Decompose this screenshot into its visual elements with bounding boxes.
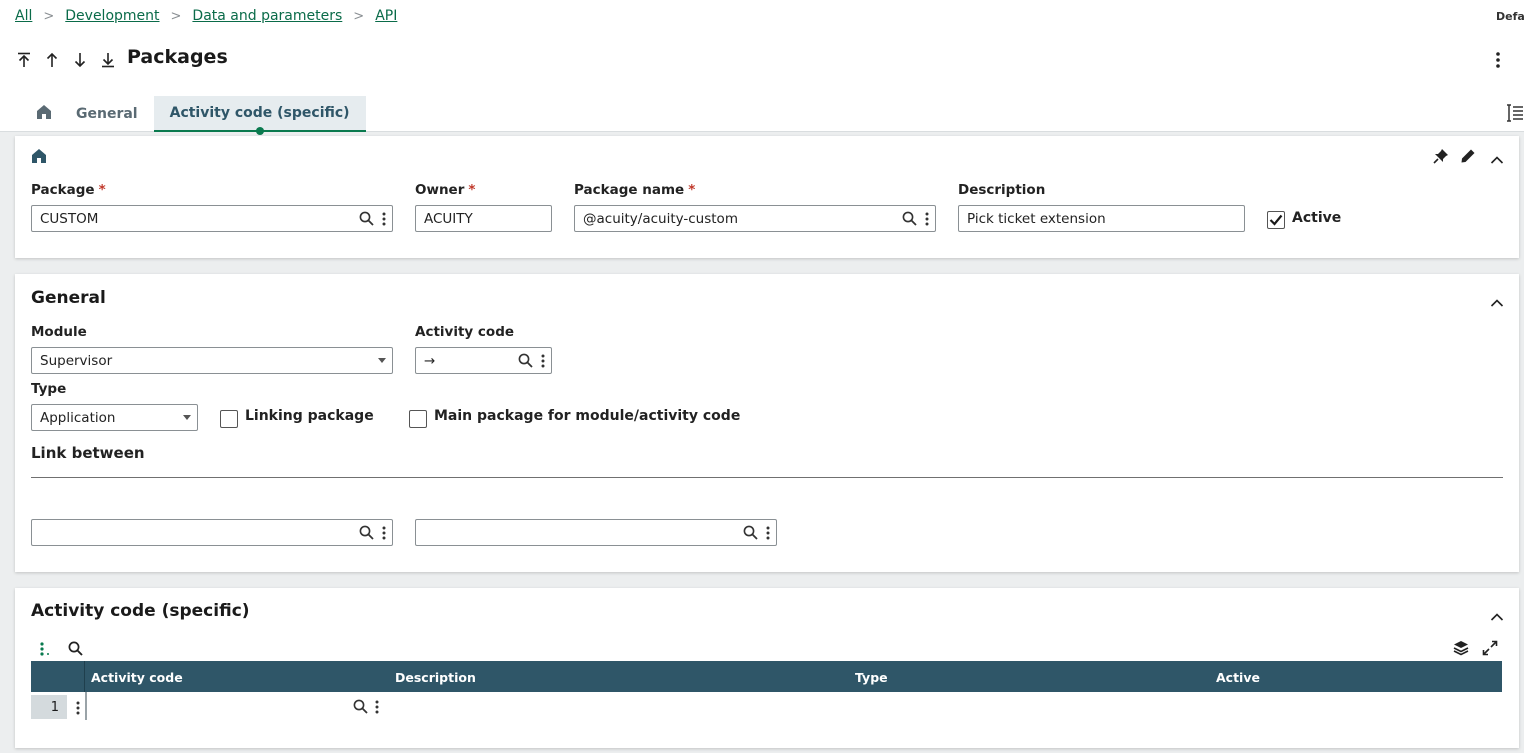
activity-code-value: →: [424, 352, 436, 369]
activity-code-field[interactable]: →: [415, 347, 552, 374]
field-options-icon[interactable]: [766, 526, 770, 540]
search-icon[interactable]: [68, 641, 83, 660]
link-between-field-1[interactable]: [31, 519, 393, 546]
package-field[interactable]: CUSTOM: [31, 205, 393, 232]
type-value: Application: [40, 409, 116, 426]
description-label: Description: [958, 182, 1046, 198]
column-settings-icon[interactable]: [1506, 104, 1524, 126]
field-options-icon[interactable]: [541, 354, 545, 368]
chevron-up-icon[interactable]: [1490, 150, 1504, 169]
module-label: Module: [31, 324, 87, 340]
owner-label: Owner *: [415, 182, 476, 198]
top-bar: All > Development > Data and parameters …: [0, 0, 1524, 135]
chevron-up-icon[interactable]: [1490, 607, 1504, 626]
cell-options-icon[interactable]: [375, 699, 379, 718]
previous-record-icon[interactable]: [42, 50, 62, 70]
grid-header: Activity code Description Type Active: [31, 661, 1502, 692]
activity-code-section-title: Activity code (specific): [31, 601, 250, 621]
main-package-checkbox[interactable]: [409, 410, 427, 428]
edit-icon[interactable]: [1460, 148, 1476, 168]
search-icon[interactable]: [902, 211, 917, 226]
module-select[interactable]: Supervisor: [31, 347, 393, 374]
header-section: Package * CUSTOM Owner * ACUITY Package na…: [15, 136, 1519, 258]
package-name-label: Package name *: [574, 182, 696, 198]
row-number: 1: [31, 695, 67, 719]
table-row[interactable]: 1: [31, 692, 1502, 720]
column-header-type[interactable]: Type: [855, 670, 888, 685]
main-package-label: Main package for module/activity code: [434, 408, 741, 424]
activity-code-section: Activity code (specific) Activity code D…: [15, 588, 1519, 748]
chevron-up-icon[interactable]: [1490, 293, 1504, 312]
package-value: CUSTOM: [40, 210, 99, 227]
active-checkbox[interactable]: [1267, 211, 1285, 229]
breadcrumb-development[interactable]: Development: [65, 8, 159, 24]
field-options-icon[interactable]: [382, 212, 386, 226]
breadcrumb-data-and-parameters[interactable]: Data and parameters: [192, 8, 342, 24]
package-label: Package *: [31, 182, 106, 198]
general-section-title: General: [31, 288, 106, 308]
column-header-activity-code[interactable]: Activity code: [91, 670, 183, 685]
package-name-value: @acuity/acuity-custom: [583, 210, 738, 227]
page-title: Packages: [127, 46, 228, 68]
breadcrumb-separator: >: [353, 8, 365, 24]
more-options-icon[interactable]: [1496, 52, 1500, 72]
link-between-field-2[interactable]: [415, 519, 777, 546]
row-options-icon[interactable]: [76, 700, 80, 719]
first-record-icon[interactable]: [14, 50, 34, 70]
breadcrumb-all[interactable]: All: [15, 8, 32, 24]
tab-general[interactable]: General: [60, 96, 154, 132]
general-section: General Module Supervisor Activity code …: [15, 274, 1519, 572]
search-icon[interactable]: [359, 211, 374, 226]
caret-down-icon: [183, 415, 191, 420]
layers-icon[interactable]: [1453, 640, 1469, 660]
field-options-icon[interactable]: [925, 212, 929, 226]
type-label: Type: [31, 381, 67, 397]
last-record-icon[interactable]: [98, 50, 118, 70]
search-icon[interactable]: [743, 525, 758, 540]
grid-header-rownum: [31, 661, 85, 692]
next-record-icon[interactable]: [70, 50, 90, 70]
grid-options-icon[interactable]: [39, 641, 51, 660]
field-options-icon[interactable]: [382, 526, 386, 540]
column-header-active[interactable]: Active: [1216, 670, 1260, 685]
top-right-label[interactable]: Defa: [1496, 10, 1524, 23]
search-icon[interactable]: [359, 525, 374, 540]
search-icon[interactable]: [518, 353, 533, 368]
pin-icon[interactable]: [1433, 148, 1449, 168]
column-header-description[interactable]: Description: [395, 670, 476, 685]
module-value: Supervisor: [40, 352, 113, 369]
search-icon[interactable]: [353, 699, 368, 718]
active-label: Active: [1292, 210, 1342, 226]
tab-activity-code-specific[interactable]: Activity code (specific): [153, 96, 366, 135]
tab-home[interactable]: [28, 96, 60, 132]
type-select[interactable]: Application: [31, 404, 198, 431]
home-icon: [36, 104, 52, 124]
breadcrumb: All > Development > Data and parameters …: [15, 8, 397, 24]
expand-icon[interactable]: [1482, 640, 1498, 660]
checkmark-icon: [1269, 211, 1283, 230]
home-icon: [31, 148, 47, 168]
divider: [31, 477, 1503, 478]
activity-code-label: Activity code: [415, 324, 515, 340]
linking-package-checkbox[interactable]: [220, 410, 238, 428]
package-name-field[interactable]: @acuity/acuity-custom: [574, 205, 936, 232]
owner-value: ACUITY: [424, 210, 473, 227]
breadcrumb-separator: >: [170, 8, 182, 24]
description-value: Pick ticket extension: [967, 210, 1106, 227]
breadcrumb-separator: >: [43, 8, 55, 24]
column-divider: [85, 692, 87, 720]
owner-field[interactable]: ACUITY: [415, 205, 552, 232]
breadcrumb-api[interactable]: API: [375, 8, 397, 24]
linking-package-label: Linking package: [245, 408, 374, 424]
tab-bar: General Activity code (specific): [28, 96, 366, 135]
link-between-label: Link between: [31, 444, 145, 462]
record-navigation: [14, 50, 118, 70]
caret-down-icon: [378, 358, 386, 363]
description-field[interactable]: Pick ticket extension: [958, 205, 1245, 232]
